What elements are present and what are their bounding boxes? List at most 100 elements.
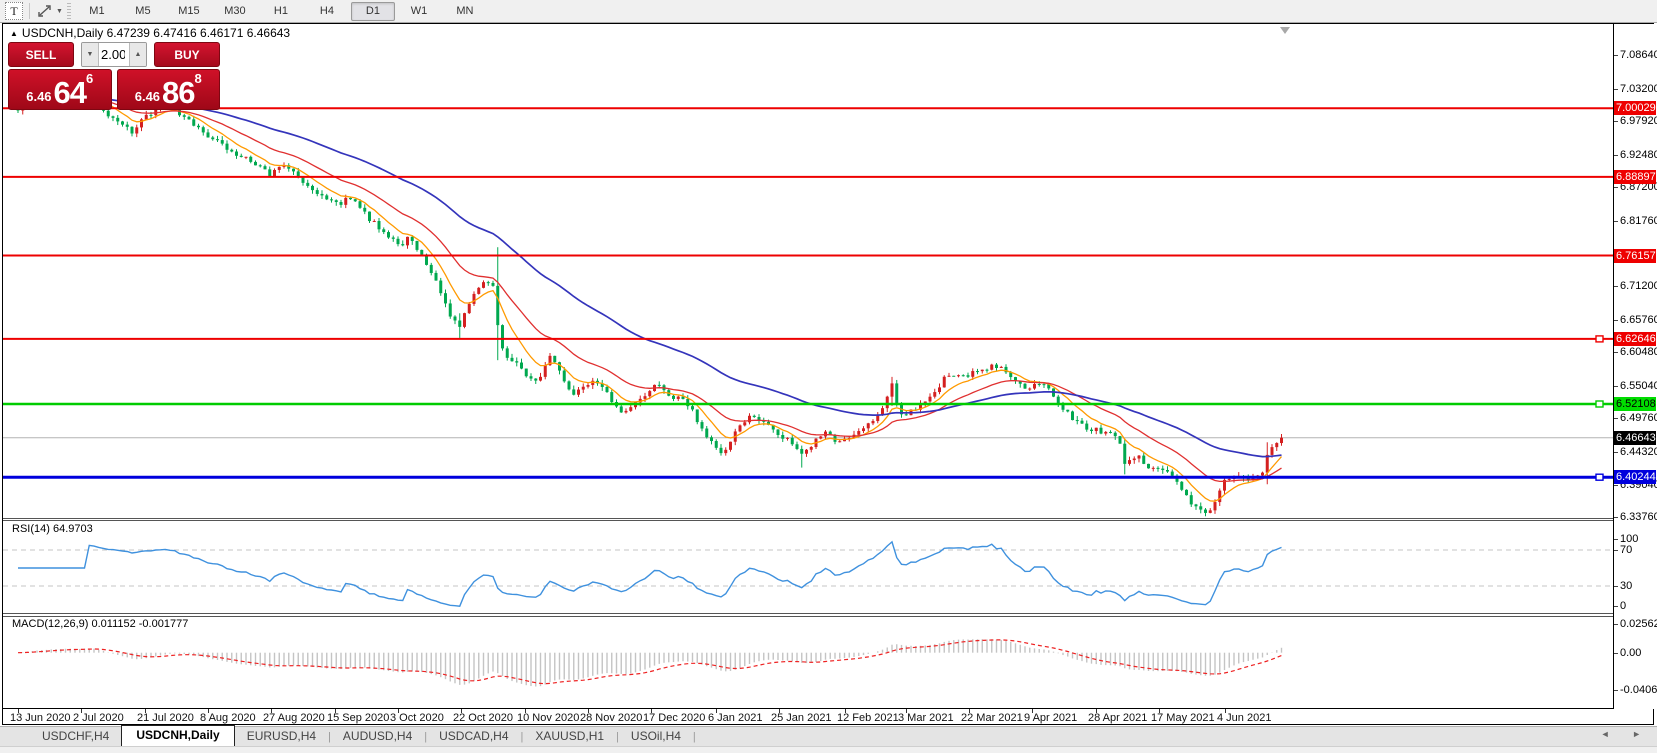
macd-scale-tick xyxy=(1614,624,1618,625)
sell-button[interactable]: SELL xyxy=(8,42,74,67)
timeframe-button-h1[interactable]: H1 xyxy=(259,2,303,21)
cycle-charts-icon[interactable] xyxy=(36,3,54,19)
timeframe-button-d1[interactable]: D1 xyxy=(351,2,395,21)
tab-separator: | xyxy=(693,731,696,743)
date-label: 15 Sep 2020 xyxy=(327,712,389,724)
timeframe-button-m30[interactable]: M30 xyxy=(213,2,257,21)
buy-price-big: 86 xyxy=(162,78,194,107)
toolbar-grip[interactable] xyxy=(67,3,71,19)
rsi-scale-tick xyxy=(1614,606,1618,607)
scale-tick xyxy=(1614,352,1618,353)
price-scale[interactable]: 7.086407.032006.979206.924806.872006.817… xyxy=(1614,24,1656,709)
chart-tab-audusd[interactable]: AUDUSD,H4 xyxy=(331,727,424,746)
scale-tick-label: 6.55040 xyxy=(1620,379,1657,393)
sell-price-big: 64 xyxy=(54,78,86,107)
date-label: 22 Oct 2020 xyxy=(453,712,513,724)
scale-tick xyxy=(1614,55,1618,56)
scale-tick xyxy=(1614,517,1618,518)
macd-scale-label: -0.040687 xyxy=(1620,683,1657,697)
line-handle-icon[interactable] xyxy=(1596,474,1603,480)
current-price-label: 6.46643 xyxy=(1614,431,1656,445)
rsi-label: RSI(14) 64.9703 xyxy=(12,523,93,535)
rsi-pane xyxy=(3,542,1613,606)
dropdown-caret-icon[interactable]: ▼ xyxy=(56,8,63,15)
date-label: 28 Apr 2021 xyxy=(1088,712,1147,724)
rsi-scale-label: 0 xyxy=(1620,599,1626,613)
date-label: 17 May 2021 xyxy=(1151,712,1215,724)
rsi-scale-tick xyxy=(1614,586,1618,587)
ma-mid-line xyxy=(18,99,1282,482)
timeframe-button-w1[interactable]: W1 xyxy=(397,2,441,21)
timeframe-toolbar: M1M5M15M30H1H4D1W1MN xyxy=(75,2,487,21)
chart-tab-eurusd[interactable]: EURUSD,H4 xyxy=(235,727,328,746)
scale-tick-label: 6.44320 xyxy=(1620,445,1657,459)
level-price-label: 7.00029 xyxy=(1614,101,1656,115)
sell-price-display[interactable]: 6.46 64 6 xyxy=(8,69,112,110)
mt4-terminal: T ▼ M1M5M15M30H1H4D1W1MN 7.086407.032006… xyxy=(0,0,1657,753)
scale-tick xyxy=(1614,89,1618,90)
level-price-label: 6.40244 xyxy=(1614,470,1656,484)
timeframe-button-h4[interactable]: H4 xyxy=(305,2,349,21)
scale-tick-label: 6.60480 xyxy=(1620,345,1657,359)
ma-fast-line xyxy=(18,95,1282,501)
timeframe-button-mn[interactable]: MN xyxy=(443,2,487,21)
level-price-label: 6.88897 xyxy=(1614,170,1656,184)
chart-tab-usdcad[interactable]: USDCAD,H4 xyxy=(427,727,520,746)
scale-tick xyxy=(1614,418,1618,419)
line-handle-icon[interactable] xyxy=(1596,401,1603,407)
volume-input[interactable] xyxy=(99,43,129,66)
date-label: 12 Feb 2021 xyxy=(837,712,899,724)
macd-scale-tick xyxy=(1614,690,1618,691)
scale-tick xyxy=(1614,452,1618,453)
sell-price-sup: 6 xyxy=(86,71,93,86)
date-label: 2 Jul 2020 xyxy=(73,712,124,724)
rsi-scale-tick xyxy=(1614,550,1618,551)
scale-tick-label: 6.97920 xyxy=(1620,114,1657,128)
macd-scale-tick xyxy=(1614,653,1618,654)
scale-tick xyxy=(1614,187,1618,188)
level-price-label: 6.62646 xyxy=(1614,332,1656,346)
rsi-line xyxy=(18,542,1282,606)
chart-shift-marker-icon[interactable] xyxy=(1280,27,1290,34)
date-label: 8 Aug 2020 xyxy=(200,712,256,724)
line-handle-icon[interactable] xyxy=(1596,336,1603,342)
scale-tick-label: 6.49760 xyxy=(1620,411,1657,425)
timeframe-button-m15[interactable]: M15 xyxy=(167,2,211,21)
rsi-scale-label: 30 xyxy=(1620,579,1632,593)
chart-tab-usoil[interactable]: USOil,H4 xyxy=(619,727,693,746)
chart-canvas[interactable] xyxy=(3,24,1613,709)
volume-increase-button[interactable]: ▲ xyxy=(129,43,146,66)
rsi-scale-tick xyxy=(1614,539,1618,540)
date-label: 13 Jun 2020 xyxy=(10,712,71,724)
date-label: 3 Oct 2020 xyxy=(390,712,444,724)
chart-tab-usdcnh[interactable]: USDCNH,Daily xyxy=(121,725,234,746)
chart-tab-bar: USDCHF,H4USDCNH,DailyEURUSD,H4 | AUDUSD,H4… xyxy=(0,726,1657,746)
date-label: 6 Jan 2021 xyxy=(708,712,762,724)
quote-text: USDCNH,Daily 6.47239 6.47416 6.46171 6.4… xyxy=(22,26,290,40)
status-strip xyxy=(0,746,1657,753)
timeframe-button-m1[interactable]: M1 xyxy=(75,2,119,21)
scale-tick-label: 6.92480 xyxy=(1620,148,1657,162)
volume-stepper: ▼ ▲ xyxy=(81,42,147,67)
date-label: 4 Jun 2021 xyxy=(1217,712,1271,724)
scale-tick-label: 6.71200 xyxy=(1620,279,1657,293)
scale-tick-label: 6.81760 xyxy=(1620,214,1657,228)
scale-tick xyxy=(1614,386,1618,387)
date-axis[interactable]: 13 Jun 20202 Jul 202021 Jul 20208 Aug 20… xyxy=(3,709,1613,724)
timeframe-button-m5[interactable]: M5 xyxy=(121,2,165,21)
scale-tick xyxy=(1614,320,1618,321)
tab-scroll-arrows: ◄ ► xyxy=(1601,729,1651,739)
macd-scale-label: 0.025623 xyxy=(1620,617,1657,631)
text-tool-button[interactable]: T xyxy=(5,2,23,20)
buy-button[interactable]: BUY xyxy=(154,42,220,67)
scale-tick-label: 7.03200 xyxy=(1620,82,1657,96)
chart-tab-xauusd[interactable]: XAUUSD,H1 xyxy=(523,727,616,746)
scale-tick xyxy=(1614,121,1618,122)
buy-price-display[interactable]: 6.46 86 8 xyxy=(117,69,221,110)
collapse-panel-arrow-icon[interactable]: ▲ xyxy=(10,29,18,38)
tab-scroll-right-button[interactable]: ► xyxy=(1632,729,1651,739)
level-price-label: 6.76157 xyxy=(1614,249,1656,263)
volume-decrease-button[interactable]: ▼ xyxy=(82,43,99,66)
tab-scroll-left-button[interactable]: ◄ xyxy=(1601,729,1620,739)
chart-tab-usdchf[interactable]: USDCHF,H4 xyxy=(30,727,121,746)
